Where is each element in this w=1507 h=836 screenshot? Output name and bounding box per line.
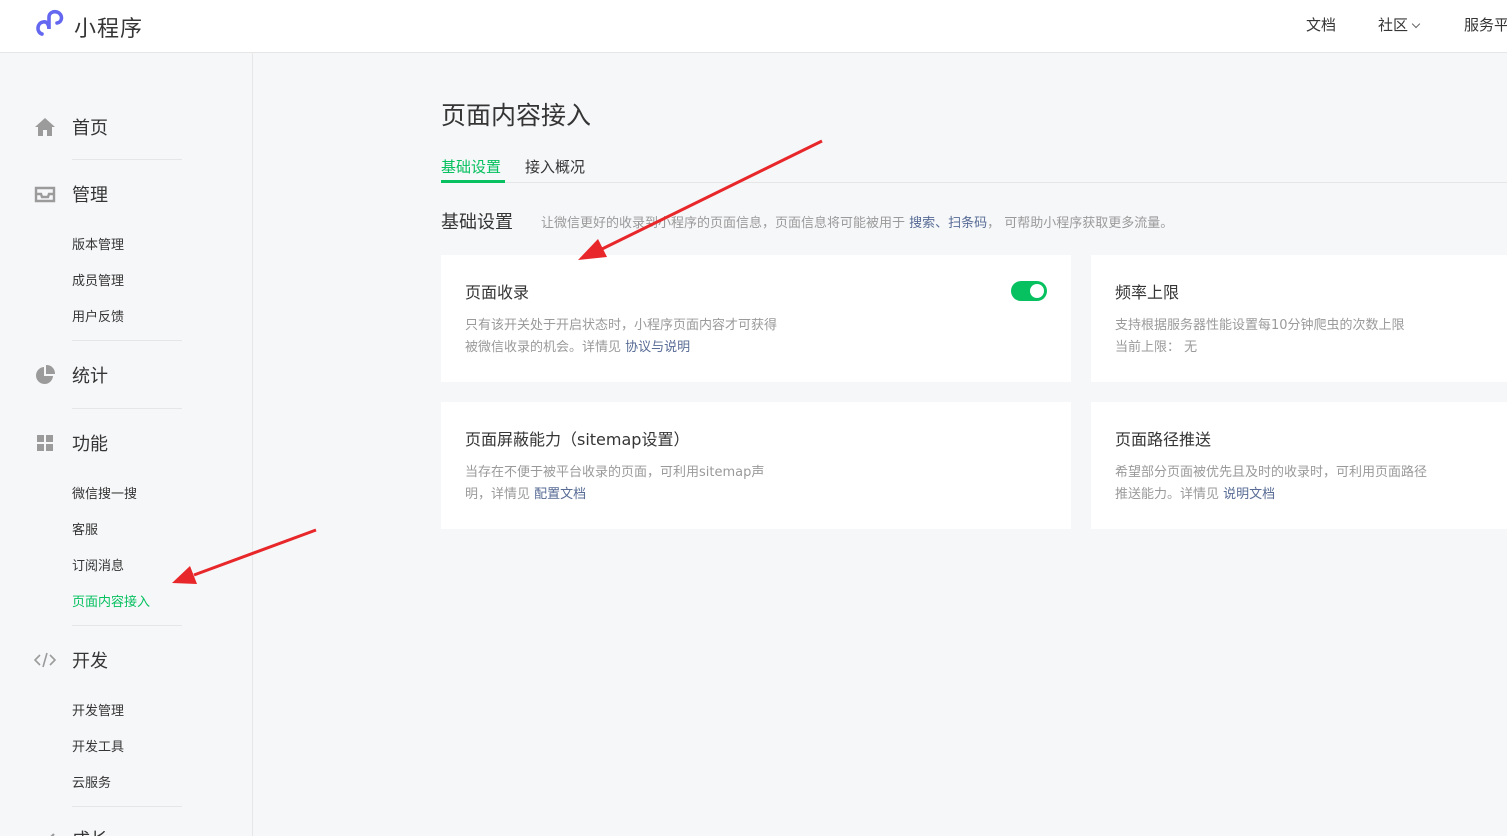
sidebar-divider [72, 625, 182, 626]
card-description: 支持根据服务器性能设置每10分钟爬虫的次数上限 当前上限： 无 [1115, 315, 1405, 359]
card-desc-line: 支持根据服务器性能设置每10分钟爬虫的次数上限 [1115, 318, 1405, 333]
active-tab-indicator [441, 180, 505, 183]
card-desc-line: 明，详情见 配置文档 [465, 484, 764, 506]
miniprogram-logo-icon [34, 8, 68, 46]
sidebar-item-subscription[interactable]: 订阅消息 [72, 555, 124, 574]
code-icon [34, 649, 56, 671]
grid-icon [34, 432, 56, 454]
sidebar-divider [72, 340, 182, 341]
app-name: 小程序 [74, 17, 144, 42]
sidebar-item-page-content[interactable]: 页面内容接入 [72, 591, 150, 610]
sidebar-growth[interactable]: 成长 [34, 826, 108, 836]
sidebar-item-members[interactable]: 成员管理 [72, 270, 124, 289]
sidebar-item-feedback[interactable]: 用户反馈 [72, 306, 124, 325]
sidebar-item-version[interactable]: 版本管理 [72, 234, 124, 253]
card-desc-text: 推送能力。详情见 [1115, 487, 1224, 502]
sidebar-item-dev-manage[interactable]: 开发管理 [72, 700, 124, 719]
annotation-arrow-top [578, 139, 823, 260]
section-desc-text: 让微信更好的收录到小程序的页面信息，页面信息将可能被用于 [541, 216, 910, 231]
sidebar-dev[interactable]: 开发 [34, 647, 108, 673]
card-description: 只有该开关处于开启状态时，小程序页面内容才可获得 被微信收录的机会。详情见 协议… [465, 315, 777, 359]
tabs-divider [441, 182, 1507, 183]
section-desc-tail: ， 可帮助小程序获取更多流量。 [987, 216, 1174, 231]
current-limit: 当前上限： 无 [1115, 340, 1198, 355]
sidebar-growth-label: 成长 [72, 826, 108, 836]
card-sitemap: 页面屏蔽能力（sitemap设置） 当存在不便于被平台收录的页面，可利用site… [441, 402, 1071, 529]
card-page-indexing: 页面收录 只有该开关处于开启状态时，小程序页面内容才可获得 被微信收录的机会。详… [441, 255, 1071, 382]
sidebar-stats[interactable]: 统计 [34, 362, 108, 388]
sidebar-item-cloud[interactable]: 云服务 [72, 772, 111, 791]
chevron-down-icon [1411, 19, 1421, 29]
card-title: 页面屏蔽能力（sitemap设置） [465, 430, 690, 449]
pie-chart-icon [34, 364, 56, 386]
nav-docs[interactable]: 文档 [1306, 14, 1336, 35]
section-title: 基础设置 [441, 212, 513, 233]
sidebar-manage[interactable]: 管理 [34, 181, 108, 207]
toggle-knob [1030, 284, 1044, 298]
sidebar-features[interactable]: 功能 [34, 430, 108, 456]
card-desc-text: 被微信收录的机会。详情见 [465, 340, 626, 355]
nav-community[interactable]: 社区 [1378, 14, 1421, 35]
card-frequency-limit: 频率上限 支持根据服务器性能设置每10分钟爬虫的次数上限 当前上限： 无 [1091, 255, 1507, 382]
card-desc-line: 被微信收录的机会。详情见 协议与说明 [465, 337, 777, 359]
card-description: 希望部分页面被优先且及时的收录时，可利用页面路径 推送能力。详情见 说明文档 [1115, 462, 1427, 506]
home-icon [34, 116, 56, 138]
sidebar-home-label: 首页 [72, 118, 108, 139]
card-desc-text: 明，详情见 [465, 487, 535, 502]
sidebar-divider [72, 159, 182, 160]
sidebar-features-label: 功能 [72, 434, 108, 455]
sidebar-item-customer-service[interactable]: 客服 [72, 519, 98, 538]
sidebar-item-wechat-search[interactable]: 微信搜一搜 [72, 483, 137, 502]
card-desc-line: 当存在不便于被平台收录的页面，可利用sitemap声 [465, 465, 765, 480]
sidebar-divider [72, 408, 182, 409]
sidebar-manage-label: 管理 [72, 185, 108, 206]
card-title: 页面路径推送 [1115, 430, 1212, 449]
nav-service-platform[interactable]: 服务平 [1464, 14, 1507, 35]
card-description: 当存在不便于被平台收录的页面，可利用sitemap声 明，详情见 配置文档 [465, 462, 764, 506]
card-desc-line: 希望部分页面被优先且及时的收录时，可利用页面路径 [1115, 465, 1428, 480]
sidebar-home[interactable]: 首页 [34, 114, 108, 140]
indexing-toggle[interactable] [1011, 281, 1047, 301]
config-docs-link[interactable]: 配置文档 [534, 487, 586, 502]
sidebar-stats-label: 统计 [72, 366, 108, 387]
sidebar-dev-label: 开发 [72, 651, 108, 672]
nav-community-label: 社区 [1378, 16, 1409, 34]
card-desc-line: 只有该开关处于开启状态时，小程序页面内容才可获得 [465, 318, 778, 333]
agreement-link[interactable]: 协议与说明 [625, 340, 690, 355]
explain-docs-link[interactable]: 说明文档 [1223, 487, 1275, 502]
card-path-push: 页面路径推送 希望部分页面被优先且及时的收录时，可利用页面路径 推送能力。详情见… [1091, 402, 1507, 529]
top-bar: 小程序 文档 社区 服务平 [0, 0, 1507, 53]
section-description: 让微信更好的收录到小程序的页面信息，页面信息将可能被用于 搜索、扫条码， 可帮助… [541, 212, 1173, 231]
search-scan-link[interactable]: 搜索、扫条码 [909, 216, 987, 231]
card-desc-line: 推送能力。详情见 说明文档 [1115, 484, 1427, 506]
growth-icon [34, 828, 56, 836]
page-title: 页面内容接入 [441, 101, 592, 130]
tab-basic-settings[interactable]: 基础设置 [441, 156, 501, 177]
card-title: 页面收录 [465, 283, 530, 302]
tab-overview[interactable]: 接入概况 [525, 156, 585, 177]
sidebar-item-dev-tools[interactable]: 开发工具 [72, 736, 124, 755]
logo[interactable]: 小程序 [34, 8, 143, 46]
sidebar-divider [72, 806, 182, 807]
card-title: 频率上限 [1115, 283, 1180, 302]
inbox-icon [34, 183, 56, 205]
